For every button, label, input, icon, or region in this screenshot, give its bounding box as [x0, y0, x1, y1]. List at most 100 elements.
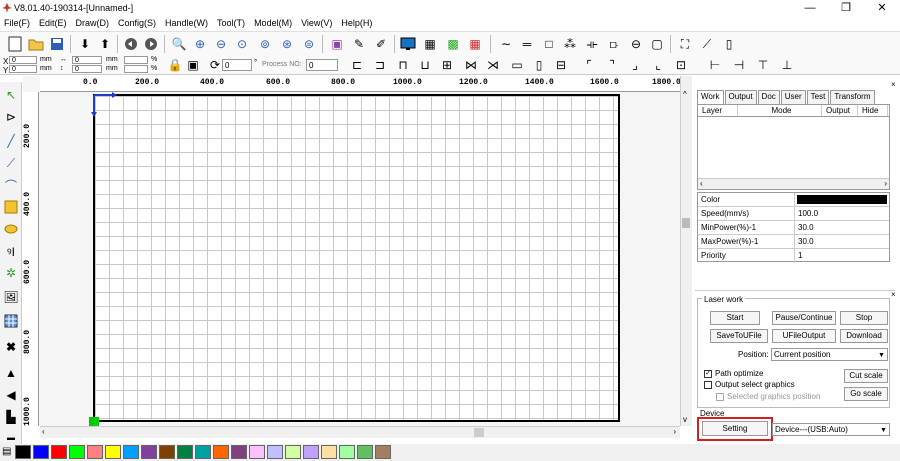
menu-model[interactable]: Model(M): [254, 16, 297, 30]
stop-button[interactable]: Stop: [840, 311, 888, 325]
color-swatch[interactable]: [15, 445, 31, 459]
select-arrow-icon[interactable]: ↖: [2, 86, 20, 104]
tab-test[interactable]: Test: [806, 90, 830, 104]
mirror-h-icon[interactable]: ◀: [2, 386, 20, 404]
menu-file[interactable]: File(F): [4, 16, 35, 30]
prop-priority-value[interactable]: 1: [795, 249, 889, 263]
align-bottom-icon[interactable]: ⊔: [416, 56, 434, 74]
scroll-left-icon[interactable]: ‹: [42, 427, 45, 436]
scroll-down-icon[interactable]: v: [683, 415, 687, 424]
same-size-icon[interactable]: ⊟: [552, 56, 570, 74]
curve-icon[interactable]: ∼: [497, 35, 515, 53]
monitor-icon[interactable]: [399, 35, 417, 53]
color-swatch[interactable]: [357, 445, 373, 459]
select-rect-icon[interactable]: ▣: [328, 35, 346, 53]
import-icon[interactable]: ⬇: [76, 35, 94, 53]
process-no-field[interactable]: 0: [306, 59, 338, 71]
menu-edit[interactable]: Edit(E): [39, 16, 72, 30]
corner-tr-icon[interactable]: ⌝: [603, 56, 621, 74]
panel-close-icon[interactable]: ×: [891, 290, 896, 299]
lock-icon[interactable]: 🔒: [166, 56, 184, 74]
position-select[interactable]: Current position ▼: [771, 348, 888, 361]
pause-continue-button[interactable]: Pause/Continue: [772, 311, 836, 325]
new-file-icon[interactable]: [6, 35, 24, 53]
zoom-fit-icon[interactable]: ⊚: [256, 35, 274, 53]
tab-output[interactable]: Output: [724, 90, 757, 104]
same-width-icon[interactable]: ▭: [508, 56, 526, 74]
output-select-checkbox[interactable]: Output select graphics: [704, 380, 795, 389]
color-swatch[interactable]: [51, 445, 67, 459]
weld-icon[interactable]: ⟛: [583, 35, 601, 53]
corner-bl-icon[interactable]: ⌞: [649, 56, 667, 74]
selected-position-checkbox[interactable]: Selected graphics position: [716, 392, 820, 401]
scroll-left-icon[interactable]: ‹: [700, 179, 703, 188]
download-button[interactable]: Download: [840, 329, 888, 343]
menu-handle[interactable]: Handle(W): [165, 16, 213, 30]
delete-icon[interactable]: ✖: [2, 338, 20, 356]
rectangle-icon[interactable]: [2, 198, 20, 216]
close-icon[interactable]: ✕: [864, 0, 900, 16]
menu-draw[interactable]: Draw(D): [76, 16, 115, 30]
pen-icon[interactable]: ✐: [372, 35, 390, 53]
draw-line-icon[interactable]: ╱: [2, 132, 20, 150]
color-swatch[interactable]: [231, 445, 247, 459]
maximize-icon[interactable]: ❐: [828, 0, 864, 16]
height-field[interactable]: 0: [72, 65, 102, 73]
ellipse-icon[interactable]: [2, 220, 20, 238]
x-field[interactable]: 0: [9, 56, 37, 64]
apply-size-icon[interactable]: ▣: [184, 56, 202, 74]
prop-speed-value[interactable]: 100.0: [795, 207, 889, 220]
polyline-icon[interactable]: ⟋: [2, 154, 20, 172]
align-top-icon[interactable]: ⊓: [394, 56, 412, 74]
color-swatch[interactable]: [321, 445, 337, 459]
corner-br-icon[interactable]: ⌟: [626, 56, 644, 74]
bottom-edge-icon[interactable]: ⊥: [778, 56, 796, 74]
color-swatch[interactable]: [123, 445, 139, 459]
scroll-right-icon[interactable]: ›: [673, 427, 676, 436]
color-swatch[interactable]: [249, 445, 265, 459]
same-height-icon[interactable]: ▯: [530, 56, 548, 74]
menu-view[interactable]: View(V): [301, 16, 337, 30]
zoom-icon[interactable]: 🔍: [170, 35, 188, 53]
color-swatch[interactable]: [195, 445, 211, 459]
color-swatch[interactable]: [267, 445, 283, 459]
save-to-ufile-button[interactable]: SaveToUFile: [710, 329, 768, 343]
align-left-icon[interactable]: ⊏: [348, 56, 366, 74]
frame-icon[interactable]: ▢: [648, 35, 666, 53]
width-field[interactable]: 0: [72, 56, 102, 64]
color-swatch[interactable]: [375, 445, 391, 459]
open-folder-icon[interactable]: [27, 35, 45, 53]
node-select-icon[interactable]: ⊳: [2, 108, 20, 126]
left-edge-icon[interactable]: ⊢: [706, 56, 724, 74]
node-edit-icon[interactable]: ✎: [350, 35, 368, 53]
start-button[interactable]: Start: [710, 311, 760, 325]
color-swatch[interactable]: [87, 445, 103, 459]
scroll-right-icon[interactable]: ›: [884, 179, 887, 188]
wand-icon[interactable]: ⟋: [698, 35, 716, 53]
palette-menu-icon[interactable]: ▤: [2, 446, 11, 457]
zoom-all-icon[interactable]: ⊜: [300, 35, 318, 53]
tab-doc[interactable]: Doc: [757, 90, 780, 104]
color-swatch[interactable]: [339, 445, 355, 459]
cut-scale-button[interactable]: Cut scale: [844, 369, 888, 383]
array-icon[interactable]: ▩: [444, 35, 462, 53]
bitmap-icon[interactable]: 🖼: [2, 288, 20, 306]
curve-draw-icon[interactable]: ⌒: [2, 176, 20, 194]
color-swatch[interactable]: [177, 445, 193, 459]
menu-tool[interactable]: Tool(T): [217, 16, 250, 30]
color-swatch[interactable]: [303, 445, 319, 459]
color-swatch[interactable]: [33, 445, 49, 459]
corner-tl-icon[interactable]: ⌜: [580, 56, 598, 74]
top-edge-icon[interactable]: ⊤: [754, 56, 772, 74]
align-right-icon[interactable]: ⊐: [371, 56, 389, 74]
redo-icon[interactable]: [142, 35, 160, 53]
rect-icon[interactable]: □: [540, 35, 558, 53]
laser-icon[interactable]: ▦: [421, 35, 439, 53]
color-swatch[interactable]: [213, 445, 229, 459]
distribute-icon[interactable]: ▙: [2, 408, 20, 426]
center-icon[interactable]: ⊞: [438, 56, 456, 74]
scale-y-field[interactable]: [124, 65, 148, 73]
ungroup-icon[interactable]: ⊖: [627, 35, 645, 53]
panel-close-icon[interactable]: ×: [891, 80, 896, 89]
line-icon[interactable]: ═: [518, 35, 536, 53]
